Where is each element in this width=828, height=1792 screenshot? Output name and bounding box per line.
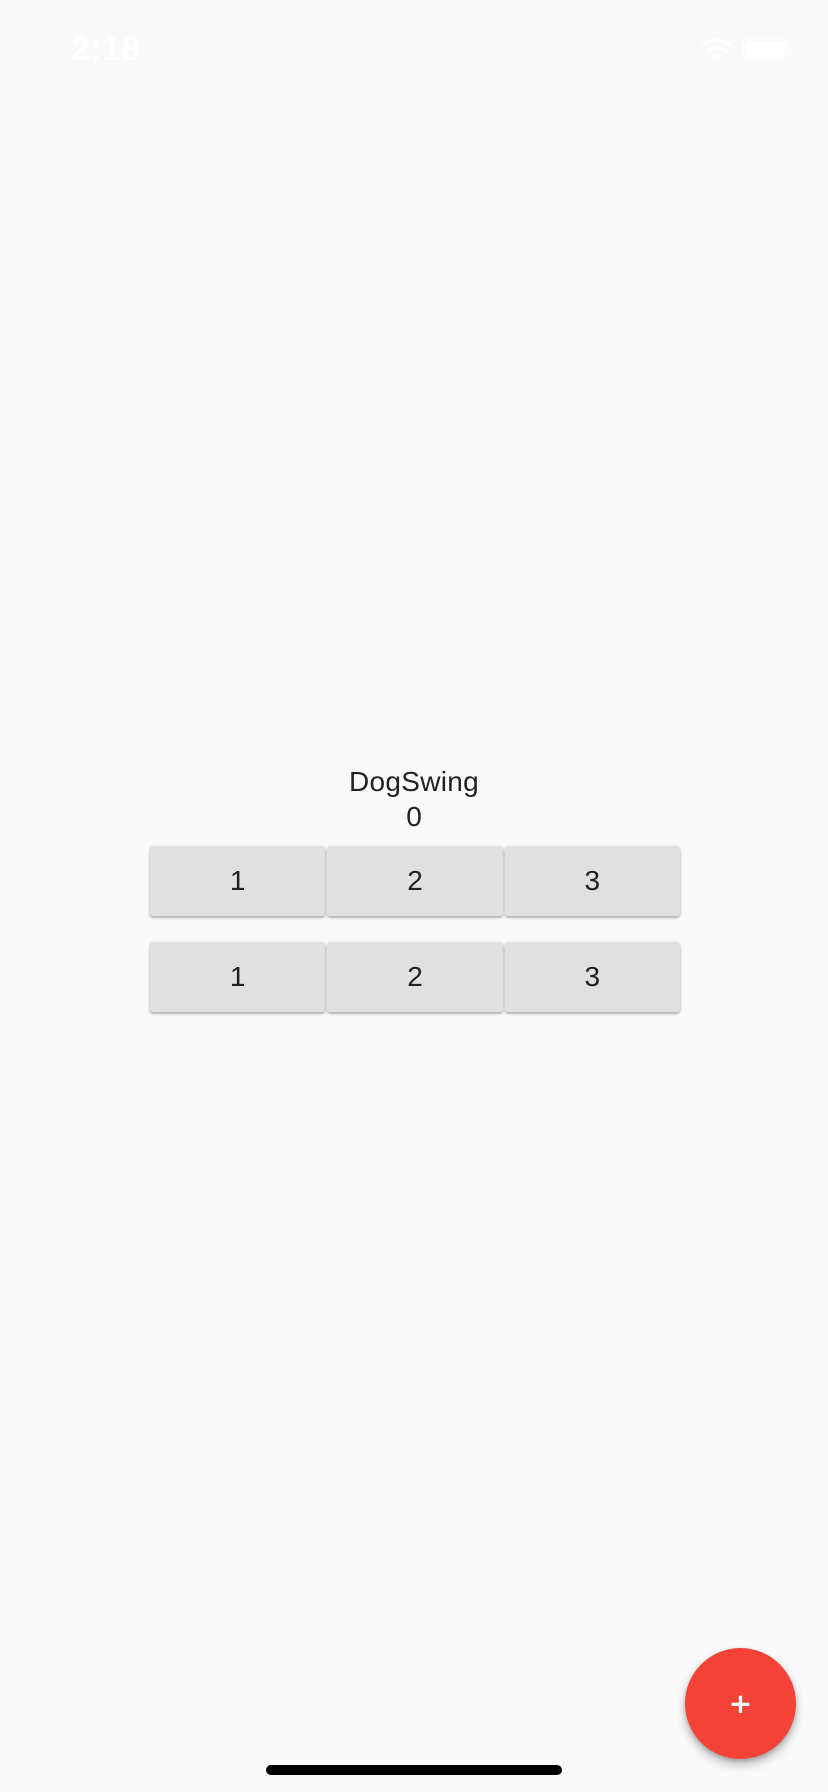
battery-icon xyxy=(742,38,794,60)
button-2[interactable]: 2 xyxy=(327,846,503,916)
status-bar: 2:18 xyxy=(0,0,828,100)
counter-value: 0 xyxy=(406,801,422,832)
app-title: DogSwing xyxy=(348,766,480,797)
button-2[interactable]: 2 xyxy=(327,942,503,1012)
add-fab-button[interactable]: + xyxy=(685,1648,796,1759)
button-3[interactable]: 3 xyxy=(504,942,680,1012)
plus-icon: + xyxy=(728,1687,753,1720)
button-row-1: 1 2 3 xyxy=(150,846,680,916)
button-1[interactable]: 1 xyxy=(150,846,326,916)
button-1[interactable]: 1 xyxy=(150,942,326,1012)
button-3[interactable]: 3 xyxy=(504,846,680,916)
status-time: 2:18 xyxy=(71,30,142,68)
wifi-icon xyxy=(700,36,734,62)
home-indicator xyxy=(266,1765,562,1775)
button-row-2: 1 2 3 xyxy=(150,942,680,1012)
